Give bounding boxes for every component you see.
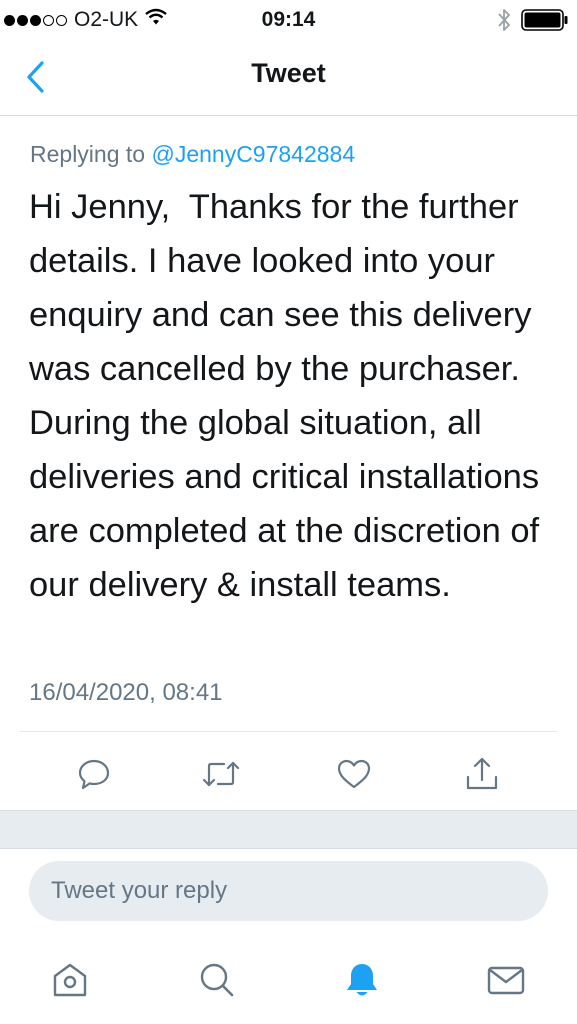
replying-to: Replying to @JennyC97842884 (30, 141, 355, 168)
reply-input[interactable]: Tweet your reply (29, 861, 548, 921)
reply-button[interactable] (72, 752, 116, 796)
replying-to-label: Replying to (30, 141, 146, 167)
nav-bar: Tweet (0, 40, 577, 116)
reply-input-placeholder: Tweet your reply (51, 877, 228, 904)
share-button[interactable] (460, 752, 504, 796)
battery-icon (521, 9, 569, 36)
status-right (497, 8, 569, 37)
page-title: Tweet (251, 58, 326, 88)
tab-messages[interactable] (484, 958, 528, 1002)
retweet-button[interactable] (199, 752, 243, 796)
section-separator (0, 810, 577, 849)
notifications-icon (347, 964, 377, 996)
tweet-actions (0, 752, 577, 796)
tab-bar (0, 940, 577, 1024)
divider (20, 731, 557, 732)
bluetooth-icon (497, 8, 511, 37)
search-icon (200, 963, 234, 997)
tab-notifications[interactable] (340, 958, 384, 1002)
tweet-text: Hi Jenny, Thanks for the further details… (29, 188, 549, 604)
messages-icon (487, 966, 525, 995)
like-icon (337, 759, 371, 789)
reply-icon (78, 759, 110, 790)
like-button[interactable] (332, 752, 376, 796)
status-bar: O2-UK 09:14 (0, 0, 577, 40)
home-icon (53, 963, 87, 997)
tab-search[interactable] (194, 958, 238, 1002)
tab-home[interactable] (48, 958, 92, 1002)
replying-to-handle-link[interactable]: @JennyC97842884 (151, 141, 355, 167)
retweet-icon (202, 761, 240, 787)
share-icon (466, 757, 498, 790)
status-time: 09:14 (261, 8, 316, 31)
tweet-timestamp: 16/04/2020, 08:41 (29, 679, 223, 706)
